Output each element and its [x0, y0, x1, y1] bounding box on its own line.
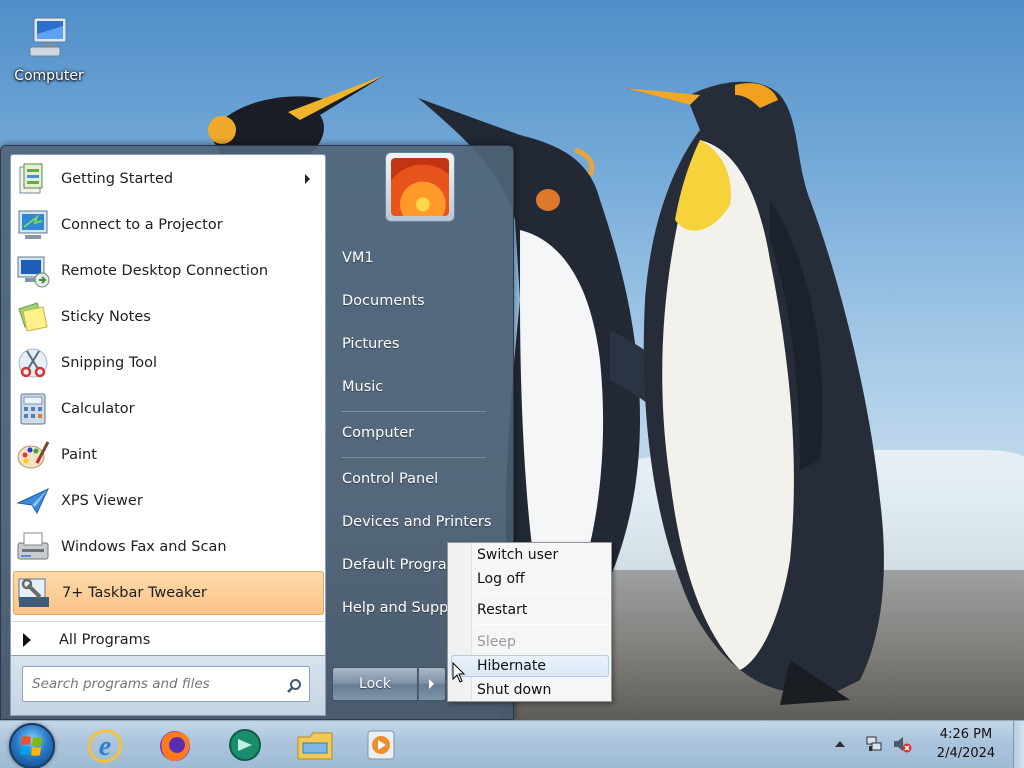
svg-text:e: e — [99, 731, 111, 762]
program-label: Windows Fax and Scan — [61, 539, 227, 555]
mouse-cursor-icon — [452, 662, 466, 683]
internet-explorer-icon[interactable]: e — [84, 725, 126, 765]
all-programs-label: All Programs — [59, 631, 151, 648]
tray-overflow-chevron-icon[interactable] — [835, 741, 845, 747]
menu-item-log-off[interactable]: Log off — [451, 568, 609, 590]
separator — [341, 457, 486, 458]
media-player-icon[interactable] — [360, 725, 402, 765]
program-label: XPS Viewer — [61, 493, 143, 509]
user-picture[interactable] — [385, 152, 455, 222]
paint-icon — [17, 441, 50, 469]
link-documents[interactable]: Documents — [342, 293, 425, 309]
program-label: Snipping Tool — [61, 355, 158, 371]
show-desktop-button[interactable] — [1013, 721, 1024, 768]
submenu-arrow-icon[interactable] — [305, 174, 310, 184]
firefox-icon[interactable] — [154, 725, 196, 765]
link-computer[interactable]: Computer — [342, 425, 414, 441]
clock-time: 4:26 PM — [939, 727, 993, 742]
taskbar-tweaker-icon — [18, 578, 49, 607]
desktop-icon-computer[interactable]: Computer — [10, 14, 88, 84]
chevron-right-icon — [429, 679, 434, 689]
program-label: Remote Desktop Connection — [61, 263, 269, 279]
link-control-panel[interactable]: Control Panel — [342, 471, 438, 487]
fax-scan-icon — [17, 532, 49, 560]
separator — [341, 411, 486, 412]
link-devices-printers[interactable]: Devices and Printers — [342, 514, 491, 530]
link-pictures[interactable]: Pictures — [342, 336, 399, 352]
calculator-icon — [20, 393, 46, 425]
file-explorer-icon[interactable] — [294, 725, 336, 765]
program-label: Paint — [61, 447, 97, 463]
power-options-arrow-button[interactable] — [418, 667, 446, 701]
search-icon[interactable] — [286, 678, 302, 694]
program-label: Connect to a Projector — [61, 217, 223, 233]
menu-item-restart[interactable]: Restart — [451, 599, 609, 621]
program-fax-scan[interactable]: Windows Fax and Scan — [13, 525, 324, 569]
link-user-vm1[interactable]: VM1 — [342, 250, 374, 266]
lock-button[interactable]: Lock — [332, 667, 418, 701]
program-label: Calculator — [61, 401, 135, 417]
menu-separator — [475, 624, 609, 625]
program-taskbar-tweaker[interactable]: 7+ Taskbar Tweaker — [13, 571, 324, 615]
menu-item-sleep: Sleep — [477, 634, 516, 650]
menu-separator — [475, 593, 609, 594]
getting-started-icon — [19, 163, 43, 194]
menu-item-switch-user[interactable]: Switch user — [451, 544, 609, 566]
chat-app-icon[interactable] — [224, 725, 266, 765]
desktop-icon-label: Computer — [14, 68, 84, 84]
remote-desktop-icon — [17, 256, 50, 288]
menu-item-shut-down[interactable]: Shut down — [451, 679, 609, 701]
power-context-menu: Switch user Log off Restart Sleep Hibern… — [447, 542, 612, 702]
menu-item-hibernate[interactable]: Hibernate — [451, 655, 609, 677]
flower-avatar — [391, 158, 449, 216]
search-area — [10, 656, 326, 716]
program-sticky-notes[interactable]: Sticky Notes — [13, 295, 324, 339]
computer-icon — [29, 17, 67, 57]
start-menu-programs-pane: Getting Started Connect to a Projector R… — [10, 154, 326, 656]
link-music[interactable]: Music — [342, 379, 383, 395]
program-remote-desktop[interactable]: Remote Desktop Connection — [13, 249, 324, 293]
snipping-tool-icon — [18, 348, 48, 378]
sticky-notes-icon — [18, 302, 48, 332]
network-icon[interactable] — [864, 734, 884, 754]
system-clock[interactable]: 4:26 PM 2/4/2024 — [924, 725, 1008, 763]
program-getting-started[interactable]: Getting Started — [13, 157, 324, 201]
projector-icon — [18, 210, 48, 239]
program-label: Sticky Notes — [61, 309, 151, 325]
clock-date: 2/4/2024 — [936, 746, 996, 761]
start-button[interactable] — [9, 723, 55, 768]
program-calculator[interactable]: Calculator — [13, 387, 324, 431]
search-input[interactable] — [22, 666, 310, 702]
volume-muted-icon[interactable] — [892, 734, 912, 754]
windows-logo-icon — [20, 736, 42, 756]
program-snipping-tool[interactable]: Snipping Tool — [13, 341, 324, 385]
xps-viewer-icon — [16, 487, 50, 515]
program-xps-viewer[interactable]: XPS Viewer — [13, 479, 324, 523]
all-programs-arrow-icon — [23, 632, 31, 647]
start-menu: Getting Started Connect to a Projector R… — [0, 145, 514, 720]
program-paint[interactable]: Paint — [13, 433, 324, 477]
program-label: Getting Started — [61, 171, 174, 187]
all-programs-button[interactable]: All Programs — [11, 621, 325, 657]
program-connect-projector[interactable]: Connect to a Projector — [13, 203, 324, 247]
program-label: 7+ Taskbar Tweaker — [62, 585, 207, 601]
